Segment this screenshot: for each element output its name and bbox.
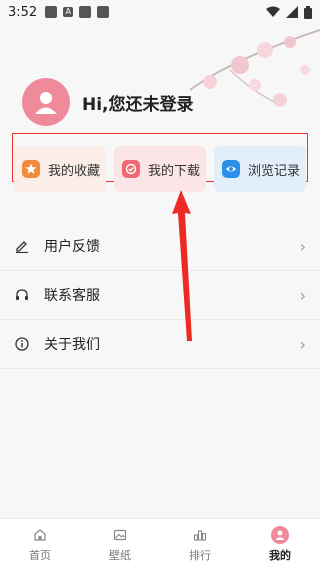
settings-menu: 用户反馈 › 联系客服 › 关于我们 ›	[0, 222, 320, 369]
check-icon	[122, 160, 140, 178]
history-button[interactable]: 浏览记录	[214, 146, 306, 192]
menu-item-label: 联系客服	[44, 288, 100, 304]
headset-icon	[14, 287, 30, 303]
downloads-button[interactable]: 我的下载	[114, 146, 206, 192]
notification-icon	[97, 6, 110, 18]
tab-label: 排行	[189, 548, 211, 562]
chevron-right-icon: ›	[299, 334, 306, 354]
ranking-icon	[191, 526, 209, 544]
status-time: 3:52	[8, 4, 38, 20]
profile-header[interactable]: Hi,您还未登录	[22, 78, 194, 126]
login-greeting[interactable]: Hi,您还未登录	[82, 90, 194, 115]
menu-item-feedback[interactable]: 用户反馈 ›	[0, 222, 320, 271]
quick-actions: 我的收藏 我的下载 浏览记录	[14, 146, 306, 192]
status-bar: 3:52 A	[0, 0, 320, 24]
menu-item-label: 关于我们	[44, 337, 100, 353]
favorites-button[interactable]: 我的收藏	[14, 146, 106, 192]
eye-icon	[222, 160, 240, 178]
chevron-right-icon: ›	[299, 285, 306, 305]
avatar[interactable]	[22, 78, 70, 126]
battery-icon	[304, 5, 312, 19]
tab-home[interactable]: 首页	[0, 519, 80, 569]
tab-ranking[interactable]: 排行	[160, 519, 240, 569]
star-icon	[22, 160, 40, 178]
notification-letter-icon: A	[63, 7, 74, 17]
bottom-tab-bar: 首页 壁纸 排行 我的	[0, 518, 320, 569]
info-icon	[14, 336, 30, 352]
notification-icon	[45, 6, 58, 18]
downloads-label: 我的下载	[148, 163, 201, 179]
tab-mine[interactable]: 我的	[240, 519, 320, 569]
chevron-right-icon: ›	[299, 236, 306, 256]
menu-item-support[interactable]: 联系客服 ›	[0, 271, 320, 320]
user-avatar-icon	[35, 92, 57, 114]
tab-label: 我的	[269, 548, 291, 562]
menu-item-about[interactable]: 关于我们 ›	[0, 320, 320, 369]
edit-icon	[14, 238, 30, 254]
tab-wallpaper[interactable]: 壁纸	[80, 519, 160, 569]
image-icon	[111, 526, 129, 544]
home-icon	[31, 526, 49, 544]
notification-icon	[79, 6, 92, 18]
signal-icon	[286, 6, 298, 18]
user-icon	[271, 525, 289, 544]
wifi-icon	[266, 6, 280, 17]
tab-label: 首页	[29, 548, 51, 562]
favorites-label: 我的收藏	[48, 163, 101, 179]
history-label: 浏览记录	[248, 163, 301, 179]
menu-item-label: 用户反馈	[44, 239, 100, 255]
tab-label: 壁纸	[109, 548, 131, 562]
